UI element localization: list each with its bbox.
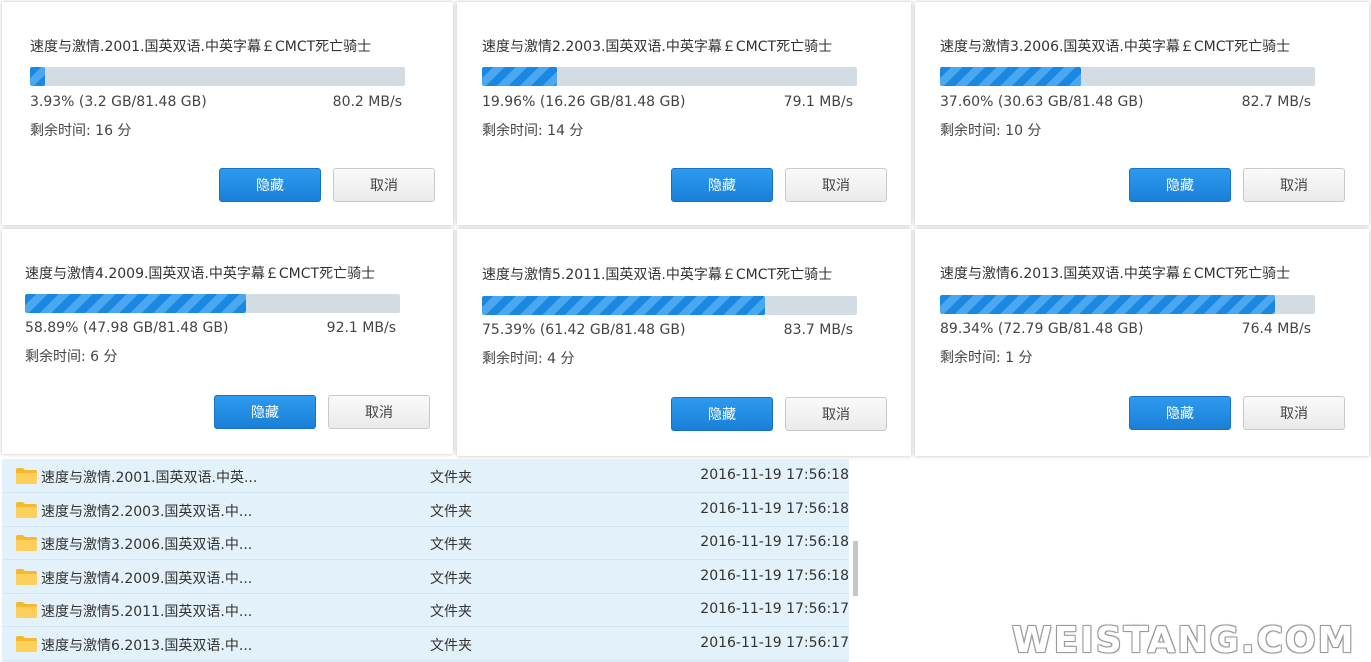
progress-bar — [940, 295, 1315, 314]
transfer-speed: 83.7 MB/s — [783, 322, 853, 338]
cancel-button[interactable]: 取消 — [785, 397, 887, 431]
cancel-button[interactable]: 取消 — [785, 168, 887, 202]
folder-icon — [16, 636, 37, 652]
file-type: 文件夹 — [430, 571, 472, 587]
progress-dialog-2: 速度与激情2.2003.国英双语.中英字幕￡CMCT死亡骑士 19.96% (1… — [457, 2, 911, 225]
progress-dialog-5: 速度与激情5.2011.国英双语.中英字幕￡CMCT死亡骑士 75.39% (6… — [457, 229, 911, 456]
transfer-speed: 92.1 MB/s — [326, 320, 396, 336]
file-date: 2016-11-19 17:56:17 — [700, 635, 849, 651]
file-type: 文件夹 — [430, 470, 472, 486]
progress-dialog-4: 速度与激情4.2009.国英双语.中英字幕￡CMCT死亡骑士 58.89% (4… — [2, 229, 453, 454]
dialog-title: 速度与激情5.2011.国英双语.中英字幕￡CMCT死亡骑士 — [482, 267, 833, 283]
hide-button[interactable]: 隐藏 — [219, 168, 321, 202]
progress-bar — [482, 67, 857, 86]
file-name: 速度与激情4.2009.国英双语.中... — [41, 571, 253, 587]
remaining-time: 剩余时间: 16 分 — [30, 123, 132, 139]
file-name: 速度与激情.2001.国英双语.中英... — [41, 470, 258, 486]
watermark: WEISTANG.COM — [1012, 620, 1356, 661]
transfer-speed: 82.7 MB/s — [1241, 94, 1311, 110]
file-list: 速度与激情.2001.国英双语.中英... 文件夹 2016-11-19 17:… — [2, 459, 849, 662]
hide-button[interactable]: 隐藏 — [1129, 168, 1231, 202]
file-type: 文件夹 — [430, 537, 472, 553]
remaining-time: 剩余时间: 1 分 — [940, 350, 1033, 366]
remaining-time: 剩余时间: 10 分 — [940, 123, 1042, 139]
file-date: 2016-11-19 17:56:18 — [700, 501, 849, 517]
dialog-title: 速度与激情3.2006.国英双语.中英字幕￡CMCT死亡骑士 — [940, 39, 1291, 55]
progress-dialog-6: 速度与激情6.2013.国英双语.中英字幕￡CMCT死亡骑士 89.34% (7… — [915, 229, 1369, 456]
dialog-title: 速度与激情2.2003.国英双语.中英字幕￡CMCT死亡骑士 — [482, 39, 833, 55]
file-row[interactable]: 速度与激情4.2009.国英双语.中... 文件夹 2016-11-19 17:… — [2, 560, 849, 594]
cancel-button[interactable]: 取消 — [328, 395, 430, 429]
remaining-time: 剩余时间: 6 分 — [25, 349, 118, 365]
file-row[interactable]: 速度与激情2.2003.国英双语.中... 文件夹 2016-11-19 17:… — [2, 493, 849, 527]
progress-text: 19.96% (16.26 GB/81.48 GB) — [482, 94, 686, 110]
progress-text: 89.34% (72.79 GB/81.48 GB) — [940, 321, 1144, 337]
cancel-button[interactable]: 取消 — [333, 168, 435, 202]
file-type: 文件夹 — [430, 604, 472, 620]
file-name: 速度与激情6.2013.国英双语.中... — [41, 638, 253, 654]
transfer-speed: 80.2 MB/s — [332, 94, 402, 110]
folder-icon — [16, 468, 37, 484]
file-row[interactable]: 速度与激情.2001.国英双语.中英... 文件夹 2016-11-19 17:… — [2, 459, 849, 493]
progress-bar-fill — [940, 295, 1276, 314]
hide-button[interactable]: 隐藏 — [671, 397, 773, 431]
cancel-button[interactable]: 取消 — [1243, 396, 1345, 430]
transfer-speed: 79.1 MB/s — [783, 94, 853, 110]
file-row[interactable]: 速度与激情6.2013.国英双语.中... 文件夹 2016-11-19 17:… — [2, 627, 849, 661]
file-date: 2016-11-19 17:56:17 — [700, 601, 849, 617]
progress-bar-fill — [482, 67, 557, 86]
hide-button[interactable]: 隐藏 — [671, 168, 773, 202]
file-name: 速度与激情3.2006.国英双语.中... — [41, 537, 253, 553]
progress-text: 58.89% (47.98 GB/81.48 GB) — [25, 320, 229, 336]
file-row[interactable]: 速度与激情3.2006.国英双语.中... 文件夹 2016-11-19 17:… — [2, 526, 849, 560]
file-name: 速度与激情2.2003.国英双语.中... — [41, 504, 253, 520]
remaining-time: 剩余时间: 4 分 — [482, 351, 575, 367]
progress-bar — [482, 296, 857, 315]
progress-bar — [25, 294, 400, 313]
progress-bar-fill — [25, 294, 246, 313]
scrollbar-thumb[interactable] — [853, 541, 858, 596]
progress-bar-fill — [30, 67, 45, 86]
progress-dialog-1: 速度与激情.2001.国英双语.中英字幕￡CMCT死亡骑士 3.93% (3.2… — [2, 2, 453, 225]
progress-bar — [940, 67, 1315, 86]
file-date: 2016-11-19 17:56:18 — [700, 534, 849, 550]
file-row[interactable]: 速度与激情5.2011.国英双语.中... 文件夹 2016-11-19 17:… — [2, 593, 849, 627]
progress-text: 3.93% (3.2 GB/81.48 GB) — [30, 94, 207, 110]
remaining-time: 剩余时间: 14 分 — [482, 123, 584, 139]
progress-bar — [30, 67, 405, 86]
progress-text: 37.60% (30.63 GB/81.48 GB) — [940, 94, 1144, 110]
file-date: 2016-11-19 17:56:18 — [700, 467, 849, 483]
dialog-title: 速度与激情.2001.国英双语.中英字幕￡CMCT死亡骑士 — [30, 39, 372, 55]
progress-dialog-3: 速度与激情3.2006.国英双语.中英字幕￡CMCT死亡骑士 37.60% (3… — [915, 2, 1369, 225]
file-date: 2016-11-19 17:56:18 — [700, 568, 849, 584]
dialog-title: 速度与激情6.2013.国英双语.中英字幕￡CMCT死亡骑士 — [940, 266, 1291, 282]
cancel-button[interactable]: 取消 — [1243, 168, 1345, 202]
progress-text: 75.39% (61.42 GB/81.48 GB) — [482, 322, 686, 338]
file-name: 速度与激情5.2011.国英双语.中... — [41, 604, 253, 620]
progress-bar-fill — [940, 67, 1081, 86]
folder-icon — [16, 602, 37, 618]
hide-button[interactable]: 隐藏 — [1129, 396, 1231, 430]
folder-icon — [16, 502, 37, 518]
file-type: 文件夹 — [430, 638, 472, 654]
folder-icon — [16, 569, 37, 585]
hide-button[interactable]: 隐藏 — [214, 395, 316, 429]
progress-bar-fill — [482, 296, 765, 315]
file-type: 文件夹 — [430, 504, 472, 520]
transfer-speed: 76.4 MB/s — [1241, 321, 1311, 337]
dialog-title: 速度与激情4.2009.国英双语.中英字幕￡CMCT死亡骑士 — [25, 266, 376, 282]
folder-icon — [16, 535, 37, 551]
